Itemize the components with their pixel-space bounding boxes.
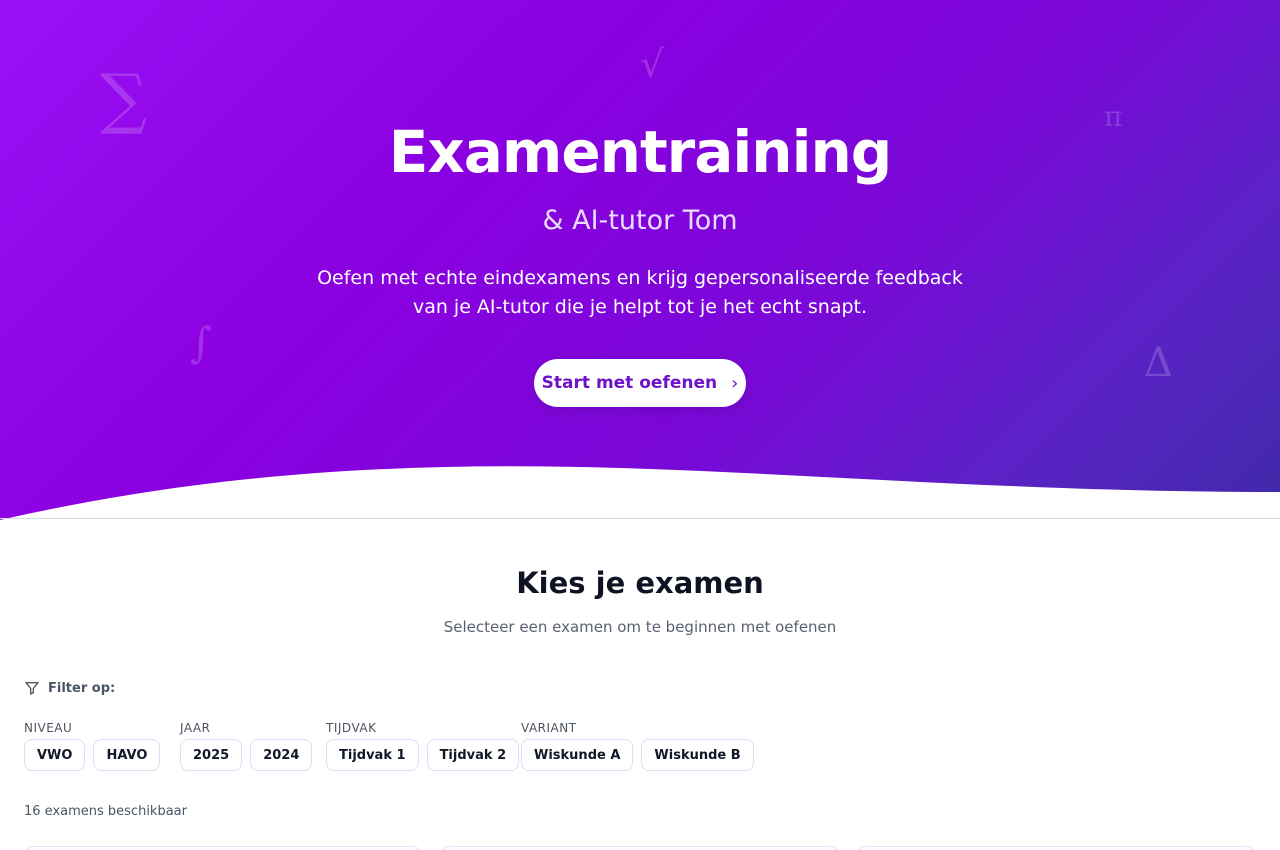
start-practicing-label: Start met oefenen <box>541 373 718 393</box>
hero-subtitle: & AI-tutor Tom <box>542 205 738 236</box>
filter-group-tijdvak: Tijdvak Tijdvak 1 Tijdvak 2 <box>326 721 520 771</box>
filter-chip-havo[interactable]: HAVO <box>93 739 161 771</box>
section-subtitle: Selecteer een examen om te beginnen met … <box>443 618 837 636</box>
exam-card[interactable] <box>441 846 839 850</box>
filter-label: Filter op: <box>48 680 116 696</box>
filter-chip-wiskunde-a[interactable]: Wiskunde A <box>521 739 634 771</box>
filter-group-label: Jaar <box>180 721 211 735</box>
section-title: Kies je examen <box>516 566 764 600</box>
filter-group-niveau: Niveau VWO HAVO <box>24 721 161 771</box>
filter-chip-2025[interactable]: 2025 <box>180 739 243 771</box>
filter-group-label: Tijdvak <box>326 721 377 735</box>
filter-group-variant: Variant Wiskunde A Wiskunde B <box>521 721 754 771</box>
hero-wave-divider <box>0 466 1280 520</box>
exam-card[interactable] <box>857 846 1255 850</box>
filter-icon <box>25 682 39 695</box>
filter-header: Filter op: <box>24 680 115 696</box>
filter-group-jaar: Jaar 2025 2024 <box>180 721 313 771</box>
square-root-icon: √ <box>640 42 665 86</box>
hero-description: Oefen met echte eindexamens en krijg gep… <box>317 267 963 318</box>
start-practicing-button[interactable]: Start met oefenen › <box>534 359 746 407</box>
filter-chip-tijdvak-2[interactable]: Tijdvak 2 <box>426 739 520 771</box>
hero-bottom-border <box>0 518 1280 519</box>
filter-group-label: Variant <box>521 721 577 735</box>
exam-card[interactable] <box>24 846 422 850</box>
filter-chip-wiskunde-b[interactable]: Wiskunde B <box>641 739 754 771</box>
chevron-right-icon: › <box>731 372 739 394</box>
filter-chip-vwo[interactable]: VWO <box>24 739 86 771</box>
filter-group-label: Niveau <box>24 721 73 735</box>
filter-chip-tijdvak-1[interactable]: Tijdvak 1 <box>326 739 419 771</box>
hero-title: Examentraining <box>388 118 893 186</box>
delta-icon: Δ <box>1144 340 1173 386</box>
filter-chip-2024[interactable]: 2024 <box>250 739 313 771</box>
hero-banner: ∑ √ π ∫ Δ Examentraining & AI-tutor Tom … <box>0 0 1280 520</box>
integral-icon: ∫ <box>190 318 212 367</box>
exam-count: 16 examens beschikbaar <box>24 804 187 819</box>
